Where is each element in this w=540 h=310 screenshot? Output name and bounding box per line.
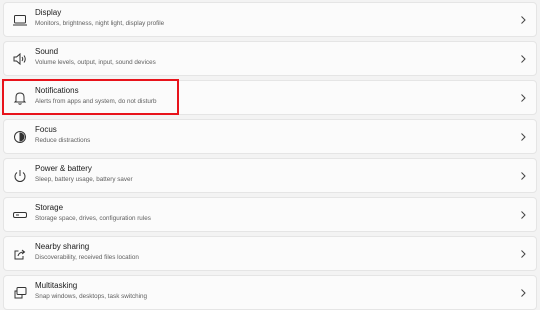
focus-icon bbox=[12, 129, 28, 145]
chevron-right-icon bbox=[519, 171, 527, 181]
chevron-right-icon bbox=[519, 93, 527, 103]
share-icon bbox=[12, 246, 28, 262]
settings-item-description: Reduce distractions bbox=[35, 137, 91, 144]
settings-item-description: Snap windows, desktops, task switching bbox=[35, 293, 148, 300]
settings-item-storage[interactable]: Storage Storage space, drives, configura… bbox=[3, 197, 537, 232]
chevron-right-icon bbox=[519, 54, 527, 64]
chevron-right-icon bbox=[519, 132, 527, 142]
settings-item-title: Notifications bbox=[35, 86, 79, 95]
monitor-icon bbox=[12, 12, 28, 28]
storage-icon bbox=[12, 207, 28, 223]
settings-item-focus[interactable]: Focus Reduce distractions bbox=[3, 119, 537, 154]
settings-item-multitasking[interactable]: Multitasking Snap windows, desktops, tas… bbox=[3, 275, 537, 310]
power-icon bbox=[12, 168, 28, 184]
settings-item-notifications[interactable]: Notifications Alerts from apps and syste… bbox=[3, 80, 537, 115]
multitask-icon bbox=[12, 285, 28, 301]
speaker-icon bbox=[12, 51, 28, 67]
settings-item-description: Alerts from apps and system, do not dist… bbox=[35, 98, 157, 105]
settings-item-title: Display bbox=[35, 8, 62, 17]
settings-item-title: Focus bbox=[35, 125, 57, 134]
settings-item-title: Storage bbox=[35, 203, 64, 212]
bell-icon bbox=[12, 90, 28, 106]
settings-item-title: Sound bbox=[35, 47, 59, 56]
settings-item-nearby-sharing[interactable]: Nearby sharing Discoverability, received… bbox=[3, 236, 537, 271]
settings-item-description: Discoverability, received files location bbox=[35, 254, 139, 261]
chevron-right-icon bbox=[519, 249, 527, 259]
chevron-right-icon bbox=[519, 288, 527, 298]
settings-list: Display Monitors, brightness, night ligh… bbox=[0, 0, 540, 310]
settings-item-description: Monitors, brightness, night light, displ… bbox=[35, 20, 165, 27]
settings-item-display[interactable]: Display Monitors, brightness, night ligh… bbox=[3, 2, 537, 37]
chevron-right-icon bbox=[519, 210, 527, 220]
settings-item-description: Sleep, battery usage, battery saver bbox=[35, 176, 133, 183]
settings-item-description: Volume levels, output, input, sound devi… bbox=[35, 59, 156, 66]
chevron-right-icon bbox=[519, 15, 527, 25]
settings-item-title: Nearby sharing bbox=[35, 242, 90, 251]
settings-item-description: Storage space, drives, configuration rul… bbox=[35, 215, 151, 222]
settings-item-title: Multitasking bbox=[35, 281, 78, 290]
settings-item-title: Power & battery bbox=[35, 164, 92, 173]
settings-item-sound[interactable]: Sound Volume levels, output, input, soun… bbox=[3, 41, 537, 76]
settings-item-power-battery[interactable]: Power & battery Sleep, battery usage, ba… bbox=[3, 158, 537, 193]
